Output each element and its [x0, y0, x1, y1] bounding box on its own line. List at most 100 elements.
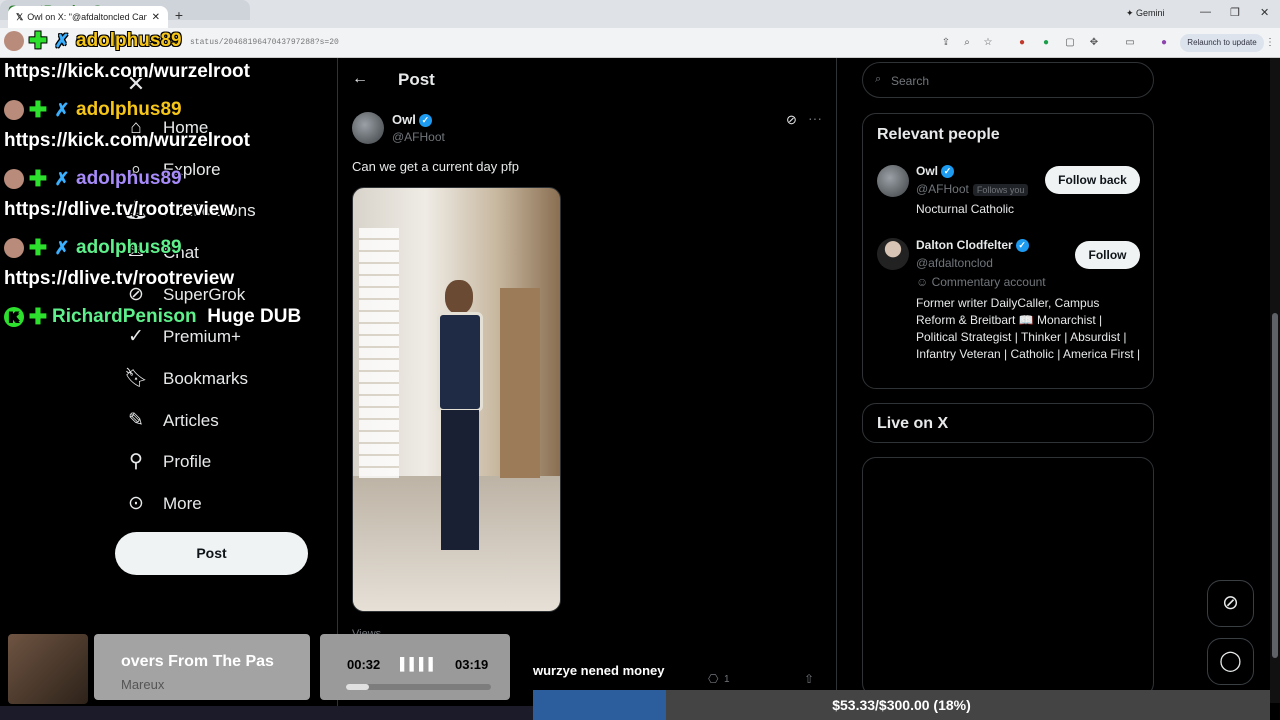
nav-label: Profile [163, 452, 212, 471]
more-circle-icon: ⊙ [128, 493, 144, 514]
browser-tab-bar: CreatBradenGroyper 𝕏 Owl on X: "@afdalto… [0, 0, 1280, 28]
avatar[interactable] [877, 165, 909, 197]
page-scrollbar[interactable] [1270, 58, 1280, 703]
bookmark-icon[interactable]: ⎔ [708, 672, 718, 686]
address-bar: status/2046819647043797288?s=20 ⇪ ⌕ ☆ ● … [0, 28, 1280, 58]
chat-message: https://dlive.tv/rootreview [4, 268, 235, 289]
image-person-shirt [437, 312, 483, 412]
bookmark-star-icon[interactable]: ☆ [982, 37, 994, 49]
nav-item-more[interactable]: ⊙ More [123, 484, 202, 524]
nav-label: Premium+ [163, 327, 241, 346]
gemini-button[interactable]: ✦ Gemini [1126, 8, 1165, 19]
taskbar [0, 706, 533, 720]
person-handle[interactable]: @AFHoot Follows you [916, 182, 1029, 196]
search-input[interactable] [889, 71, 1129, 91]
minimize-icon[interactable]: — [1200, 6, 1211, 18]
song-progress-fill [346, 684, 370, 690]
bookmark-icon: 🔖︎ [123, 368, 149, 389]
close-window-icon[interactable]: ✕ [1260, 6, 1269, 19]
grok-icon[interactable]: ⊘ [786, 112, 797, 128]
follow-back-button[interactable]: Follow back [1045, 166, 1140, 194]
image-curtain [500, 288, 540, 478]
search-field[interactable]: ⌕ [862, 62, 1154, 98]
extension-grammar-icon[interactable]: ● [1040, 37, 1052, 49]
messages-float-button[interactable]: ◯ [1207, 638, 1254, 685]
author-handle[interactable]: @AFHoot [392, 130, 445, 144]
nav-item-articles[interactable]: ✎ Articles [123, 401, 219, 441]
active-tab-label: Owl on X: "@afdaltoncled Can... [27, 12, 148, 22]
author-name[interactable]: Owl ✓ [392, 112, 432, 128]
music-player-widget: 00:32 ▌▌▌▌ 03:19 [320, 634, 510, 700]
person-name[interactable]: Dalton Clodfelter ✓ [916, 238, 1029, 253]
sword-badge-icon: ✗ [54, 30, 70, 51]
avatar[interactable] [352, 112, 384, 144]
relaunch-button[interactable]: Relaunch to update [1180, 34, 1264, 52]
nav-item-bookmarks[interactable]: 🔖︎ Bookmarks [123, 359, 248, 399]
now-playing-widget: overs From The Pas Mareux [94, 634, 310, 700]
url-field[interactable]: status/2046819647043797288?s=20 [190, 38, 339, 47]
song-title: overs From The Pas [121, 653, 274, 670]
plus-badge-icon: ✚ [28, 96, 48, 122]
commentary-label-text: Commentary account [931, 275, 1046, 289]
profile-avatar[interactable]: ● [1158, 37, 1170, 49]
image-person [431, 280, 489, 560]
install-icon[interactable]: ⇪ [940, 37, 952, 49]
chat-message: Huge DUB [207, 306, 302, 327]
nav-label: Articles [163, 411, 219, 430]
extension-adblock-icon[interactable]: ● [1016, 37, 1028, 49]
plus-badge-icon: ✚ [28, 234, 48, 260]
scrollbar-thumb[interactable] [1272, 313, 1278, 658]
extension-icon[interactable]: ▢ [1064, 37, 1076, 49]
post-image[interactable] [352, 187, 561, 612]
kick-badge-icon: K [4, 306, 24, 327]
chat-message: https://kick.com/wurzelroot [4, 130, 250, 151]
sword-badge-icon: ✗ [54, 168, 70, 189]
close-tab-icon[interactable]: ✕ [152, 12, 160, 23]
grok-float-button[interactable]: ⊘ [1207, 580, 1254, 627]
image-person-head [445, 280, 473, 314]
sword-badge-icon: ✗ [54, 237, 70, 258]
waveform-icon: ▌▌▌▌ [400, 657, 439, 671]
post-button[interactable]: Post [115, 532, 308, 575]
sword-badge-icon: ✗ [54, 99, 70, 120]
verified-badge-icon: ✓ [1015, 239, 1029, 253]
back-arrow-icon[interactable]: ← [352, 70, 368, 88]
time-total: 03:19 [455, 657, 489, 672]
follow-button[interactable]: Follow [1075, 241, 1140, 269]
nav-item-profile[interactable]: ⚲ Profile [123, 442, 211, 482]
person-handle-text: @AFHoot [916, 182, 969, 196]
extensions-puzzle-icon[interactable]: ✥ [1088, 37, 1100, 49]
song-progress-track [346, 684, 491, 690]
side-panel-icon[interactable]: ▭ [1124, 37, 1136, 49]
plus-badge-icon: ✚ [28, 303, 48, 329]
avatar[interactable] [877, 238, 909, 270]
chat-username: adolphus89 [76, 168, 182, 189]
chat-message: https://dlive.tv/rootreview [4, 199, 235, 220]
song-artist: Mareux [121, 677, 165, 692]
chat-line: ✚ ✗ adolphus89 [4, 29, 182, 52]
person-handle[interactable]: @afdaltonclod [916, 256, 993, 270]
person-name[interactable]: Owl ✓ [916, 164, 955, 179]
chat-line: K ✚ RichardPenison Huge DUB [4, 303, 302, 329]
avatar [4, 168, 24, 189]
live-on-x-card: Live on X [862, 403, 1154, 443]
x-favicon-icon: 𝕏 [16, 11, 24, 22]
avatar [4, 99, 24, 120]
donation-goal-bar: $53.33/$300.00 (18%) [533, 690, 1270, 720]
browser-tab-active[interactable]: 𝕏 Owl on X: "@afdaltoncled Can... ✕ [8, 6, 168, 28]
more-options-icon[interactable]: ··· [808, 110, 822, 126]
image-person-legs [441, 410, 479, 550]
post-column: ← Post Owl ✓ @AFHoot ⊘ ··· Can we get a c… [337, 58, 837, 720]
follows-you-badge: Follows you [972, 183, 1029, 196]
image-glass-door [359, 228, 399, 478]
person-bio: Former writer DailyCaller, Campus Reform… [916, 296, 1141, 361]
restore-icon[interactable]: ❐ [1230, 6, 1240, 19]
relevant-people-title: Relevant people [877, 126, 1000, 143]
new-tab-button[interactable]: + [170, 6, 188, 24]
verified-badge-icon: ✓ [941, 165, 955, 179]
browser-menu-icon[interactable]: ⋮ [1264, 37, 1276, 49]
plus-badge-icon: ✚ [28, 165, 48, 191]
share-icon[interactable]: ⇧ [804, 672, 814, 686]
zoom-icon[interactable]: ⌕ [961, 37, 973, 49]
trends-card [862, 457, 1154, 697]
